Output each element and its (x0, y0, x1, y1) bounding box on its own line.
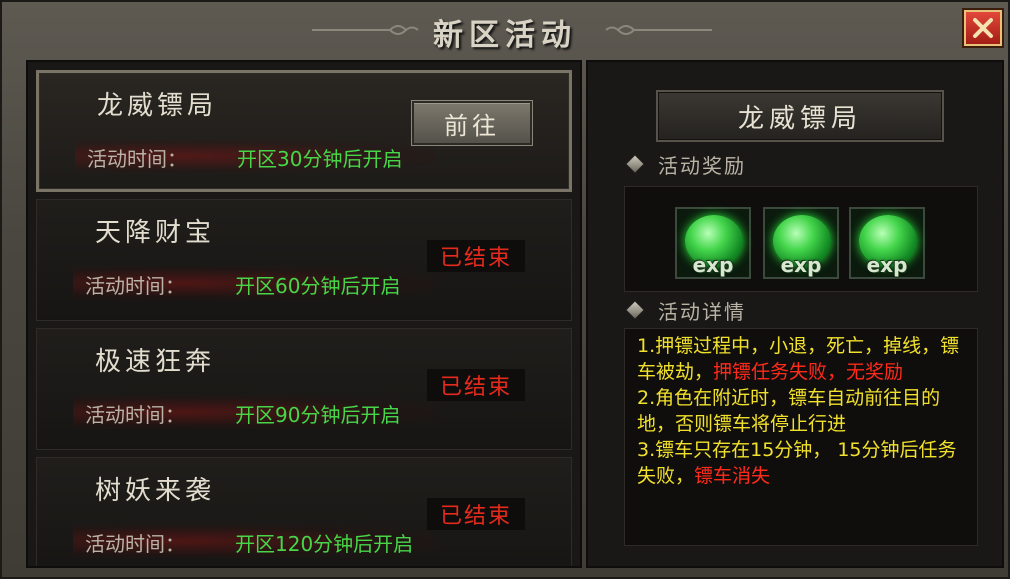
event-time-label: 活动时间： (85, 274, 185, 298)
diamond-bullet-icon (625, 154, 645, 174)
reward-label: exp (692, 253, 734, 277)
diamond-bullet-icon (625, 300, 645, 320)
reward-item[interactable]: exp (675, 207, 751, 279)
ended-status-badge: 已结束 (427, 369, 525, 401)
detail-title: 龙威镖局 (656, 90, 944, 142)
reward-label: exp (866, 253, 908, 277)
detail-warning-text: 押镖任务失败，无奖励 (713, 361, 904, 383)
ended-status-badge: 已结束 (427, 240, 525, 272)
event-window: 新区活动 龙威镖局 活动时间： 开区30分钟后开启 前往 天降财宝 活动时间： … (0, 0, 1010, 579)
event-row-shuyao[interactable]: 树妖来袭 活动时间： 开区120分钟后开启 已结束 (36, 457, 572, 566)
event-time: 活动时间： 开区60分钟后开启 (73, 266, 433, 300)
reward-item[interactable]: exp (763, 207, 839, 279)
event-row-longwei[interactable]: 龙威镖局 活动时间： 开区30分钟后开启 前往 (36, 70, 572, 192)
event-time-value: 开区90分钟后开启 (235, 403, 401, 427)
event-time: 活动时间： 开区30分钟后开启 (75, 139, 435, 173)
window-title: 新区活动 (433, 18, 577, 53)
event-row-tianjiang[interactable]: 天降财宝 活动时间： 开区60分钟后开启 已结束 (36, 199, 572, 321)
title-ornament-right-icon (605, 25, 712, 35)
details-label: 活动详情 (658, 299, 746, 324)
details-section-header: 活动详情 (625, 296, 746, 324)
event-time-value: 开区60分钟后开启 (235, 274, 401, 298)
reward-item[interactable]: exp (849, 207, 925, 279)
rewards-section-header: 活动奖励 (625, 150, 746, 178)
event-time-label: 活动时间： (85, 403, 185, 427)
detail-paragraph-1: 1.押镖过程中，小退，死亡，掉线，镖车被劫，押镖任务失败，无奖励 (637, 333, 971, 385)
event-list: 龙威镖局 活动时间： 开区30分钟后开启 前往 天降财宝 活动时间： 开区60分… (26, 60, 582, 568)
event-time: 活动时间： 开区90分钟后开启 (73, 395, 433, 429)
detail-text: 3.镖车只存在15分钟， 15分钟后任务失败， (637, 439, 957, 487)
title-bar: 新区活动 (2, 2, 1008, 58)
detail-text-box: 1.押镖过程中，小退，死亡，掉线，镖车被劫，押镖任务失败，无奖励 2.角色在附近… (624, 328, 978, 546)
event-time-label: 活动时间： (87, 147, 187, 171)
event-name: 龙威镖局 (97, 91, 218, 121)
event-time-value: 开区30分钟后开启 (237, 147, 403, 171)
event-name: 树妖来袭 (95, 476, 216, 506)
detail-paragraph-2: 2.角色在附近时，镖车自动前往目的地，否则镖车将停止行进 (637, 387, 941, 435)
rewards-label: 活动奖励 (658, 153, 746, 178)
close-button[interactable] (964, 10, 1002, 46)
rewards-box: exp exp exp (624, 186, 978, 292)
event-time-value: 开区120分钟后开启 (235, 532, 414, 556)
detail-paragraph-3: 3.镖车只存在15分钟， 15分钟后任务失败，镖车消失 (637, 437, 971, 489)
event-time-label: 活动时间： (85, 532, 185, 556)
detail-warning-text: 镖车消失 (694, 465, 771, 487)
close-x-icon (973, 18, 993, 38)
event-name: 天降财宝 (95, 218, 216, 248)
ended-status-badge: 已结束 (427, 498, 525, 530)
event-name: 极速狂奔 (95, 347, 216, 377)
go-button[interactable]: 前往 (412, 101, 532, 145)
event-time: 活动时间： 开区120分钟后开启 (73, 524, 433, 558)
event-detail-panel: 龙威镖局 活动奖励 exp exp exp 活动详情 1.押镖过程中，小退，死亡… (586, 60, 1004, 568)
event-row-jisu[interactable]: 极速狂奔 活动时间： 开区90分钟后开启 已结束 (36, 328, 572, 450)
reward-label: exp (780, 253, 822, 277)
